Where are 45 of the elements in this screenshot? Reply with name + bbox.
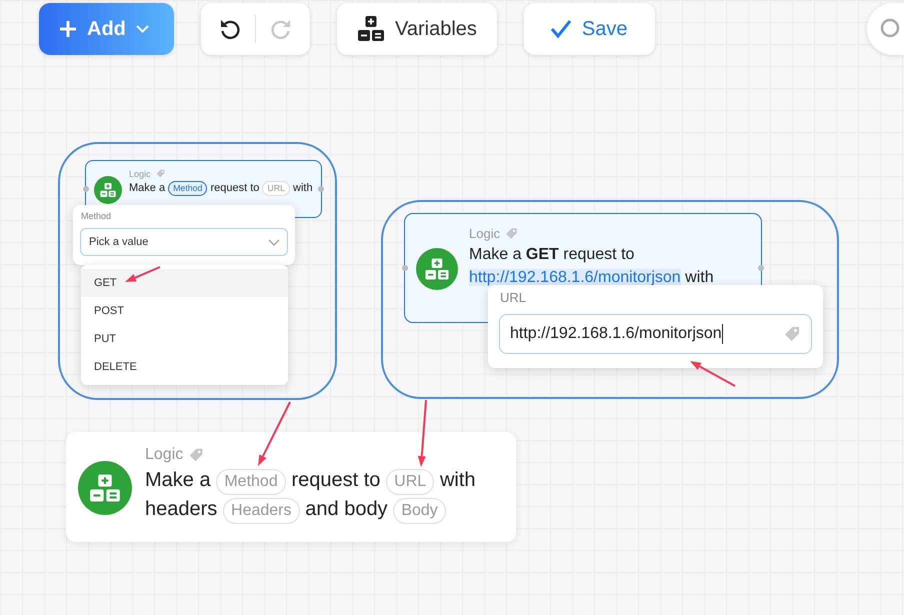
dropdown-option[interactable]: POST	[81, 297, 288, 325]
connector-dot[interactable]	[83, 186, 89, 192]
save-button[interactable]: Save	[524, 3, 655, 55]
check-icon	[550, 19, 572, 39]
sentence-text: with	[293, 182, 313, 194]
url-link[interactable]: http://192.168.1.6/monitorjson	[469, 269, 681, 286]
blocks-icon	[416, 248, 458, 290]
field-label: URL	[500, 290, 528, 305]
category-label: Logic	[145, 446, 184, 464]
category-label: Logic	[129, 168, 151, 178]
select-field[interactable]: Pick a value	[80, 228, 288, 256]
sentence-text: headers	[145, 498, 218, 520]
annotation-arrow	[418, 400, 427, 467]
connector-dot[interactable]	[318, 186, 324, 192]
sentence-text: and body	[305, 498, 388, 520]
tag-icon	[504, 226, 520, 241]
sentence-text: request to	[291, 469, 380, 491]
parameter-chip[interactable]: Method	[168, 181, 208, 196]
sentence-text: Make a	[145, 469, 211, 491]
sentence-text: Make a GET request to	[469, 246, 634, 263]
connector-dot[interactable]	[402, 265, 408, 271]
category-label: Logic	[469, 226, 500, 241]
search-button[interactable]	[867, 3, 904, 55]
sentence-text: request to	[210, 182, 260, 194]
sentence-text: Make a	[129, 182, 166, 194]
connector-dot[interactable]	[758, 265, 764, 271]
variables-button[interactable]: Variables	[337, 3, 497, 55]
tag-icon	[187, 446, 206, 464]
url-input-field[interactable]: http://192.168.1.6/monitorjson	[499, 314, 812, 354]
chevron-down-icon	[136, 25, 149, 33]
sentence-text: with	[440, 469, 476, 491]
blocks-icon	[357, 15, 385, 43]
dropdown-option[interactable]: GET	[81, 269, 288, 297]
chevron-down-icon	[268, 238, 280, 246]
annotation-arrow	[690, 361, 736, 387]
tag-icon	[154, 168, 166, 179]
annotation-arrow	[125, 266, 160, 282]
sentence-text: with	[685, 269, 714, 286]
redo-icon	[271, 18, 293, 40]
plus-icon	[59, 20, 77, 38]
dropdown-option[interactable]: PUT	[81, 325, 288, 353]
dropdown-option[interactable]: DELETE	[81, 353, 288, 381]
undo-icon	[218, 18, 240, 40]
blocks-icon	[78, 461, 132, 515]
annotation-arrow	[258, 402, 291, 466]
